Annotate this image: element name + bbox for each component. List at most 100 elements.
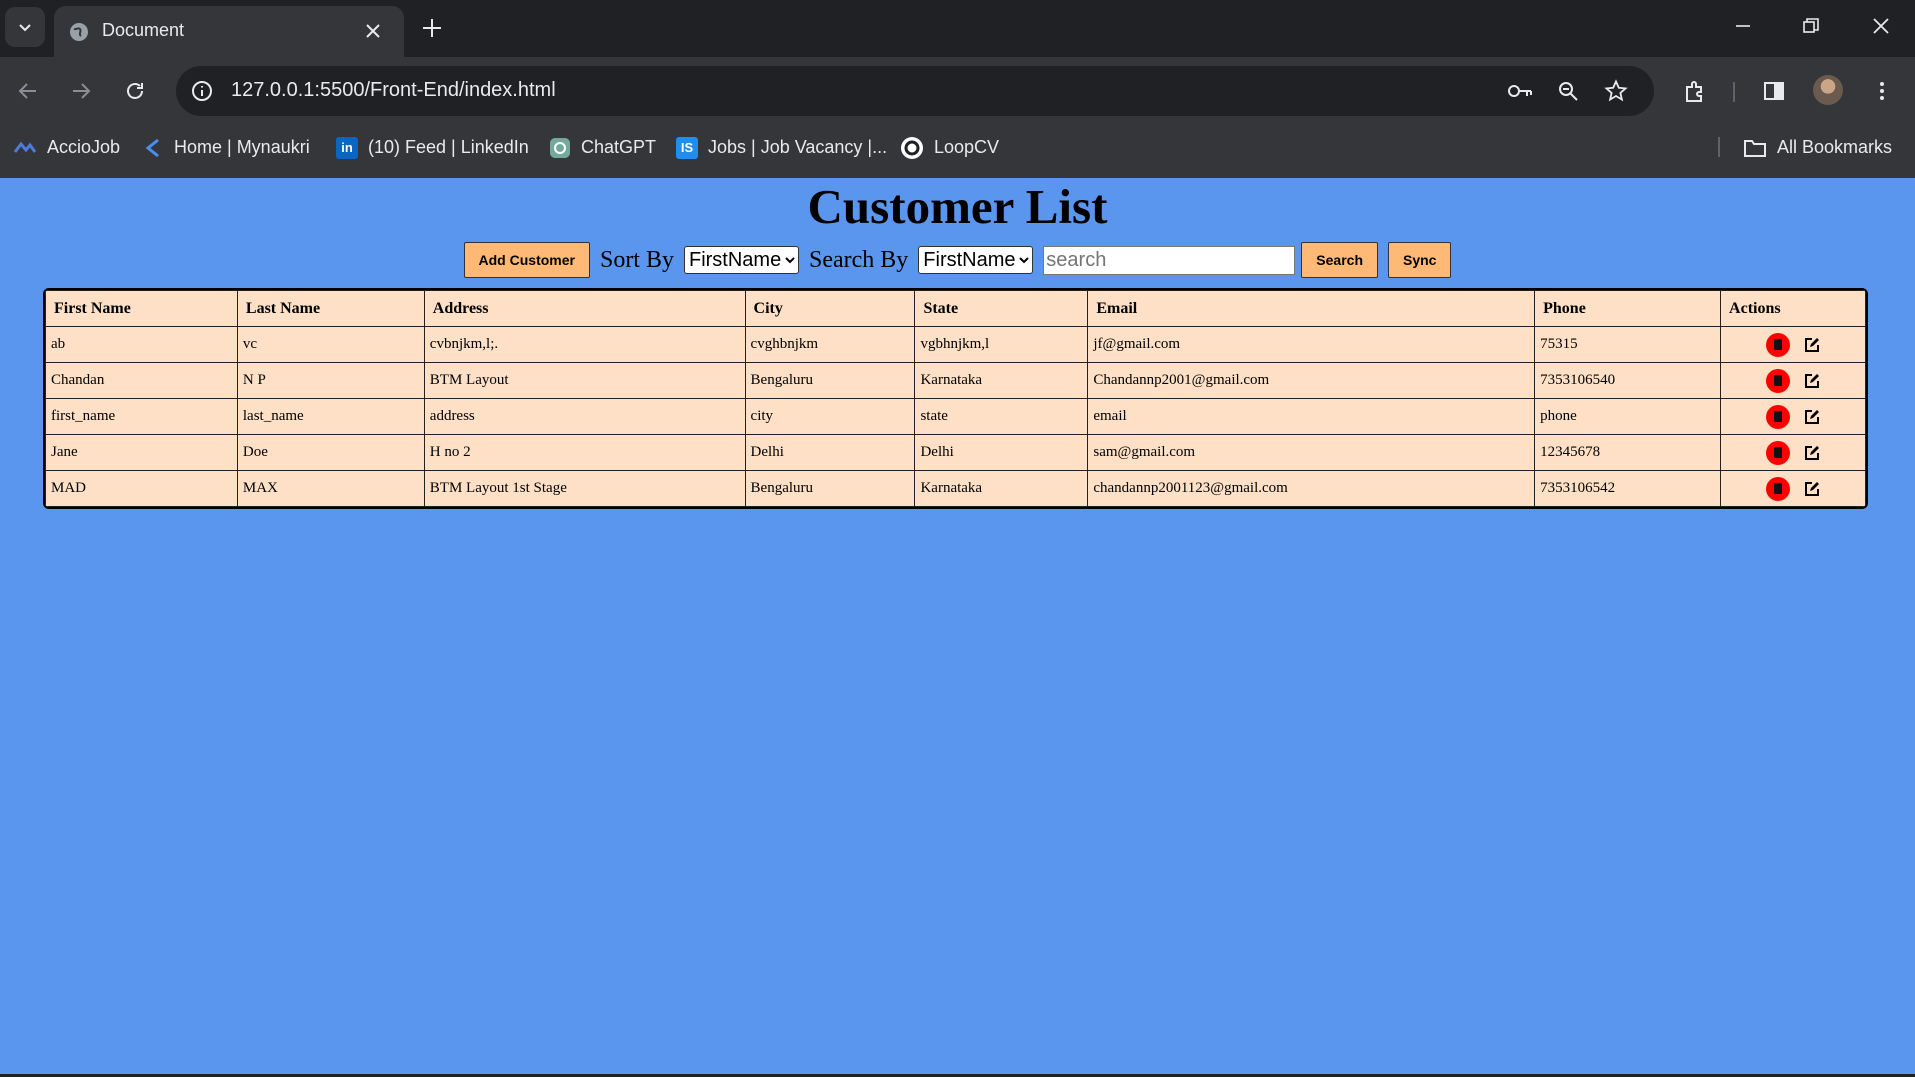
controls-bar: Add Customer Sort By FirstName Search By… — [0, 242, 1915, 278]
close-tab-icon[interactable] — [364, 22, 382, 40]
cell-state: vgbhnjkm,l — [914, 326, 1089, 363]
new-tab-icon[interactable] — [420, 16, 444, 40]
bookmark-label: Jobs | Job Vacancy |... — [708, 137, 888, 157]
customer-table: First Name Last Name Address City State … — [45, 290, 1866, 507]
profile-avatar[interactable] — [1813, 75, 1843, 105]
mynaukri-icon — [145, 138, 159, 157]
restore-icon[interactable] — [1801, 16, 1821, 36]
cell-phone: 7353106542 — [1534, 470, 1722, 507]
sort-by-select[interactable]: FirstName — [683, 246, 799, 274]
table-header-row: First Name Last Name Address City State … — [45, 290, 1866, 327]
extensions-icon[interactable] — [1682, 79, 1708, 105]
folder-icon — [1744, 139, 1766, 157]
cell-phone: 75315 — [1534, 326, 1722, 363]
chevron-down-icon — [19, 24, 31, 32]
info-icon[interactable] — [190, 79, 214, 103]
bookmark-jobs[interactable]: IS Jobs | Job Vacancy |... — [676, 125, 887, 170]
cell-first-name: first_name — [45, 398, 238, 435]
add-customer-button[interactable]: Add Customer — [463, 242, 590, 278]
cell-phone: 7353106540 — [1534, 362, 1722, 399]
cell-state: Karnataka — [914, 470, 1089, 507]
toolbar-divider — [1733, 82, 1735, 102]
header-email: Email — [1087, 290, 1536, 327]
cell-first-name: MAD — [45, 470, 238, 507]
cell-actions — [1720, 434, 1866, 471]
bookmark-mynaukri[interactable]: Home | Mynaukri — [142, 125, 310, 170]
edit-icon[interactable] — [1804, 373, 1820, 389]
header-first-name: First Name — [45, 290, 238, 327]
delete-icon[interactable] — [1766, 404, 1791, 429]
cell-city: Delhi — [744, 434, 916, 471]
minimize-icon[interactable] — [1733, 16, 1753, 36]
zoom-icon[interactable] — [1556, 79, 1580, 103]
cell-last-name: MAX — [236, 470, 425, 507]
bookmark-linkedin[interactable]: in (10) Feed | LinkedIn — [336, 125, 529, 170]
tab-search-button[interactable] — [5, 7, 45, 47]
cell-email: Chandannp2001@gmail.com — [1087, 362, 1536, 399]
sync-button[interactable]: Sync — [1388, 242, 1452, 278]
linkedin-icon: in — [336, 136, 358, 159]
delete-icon[interactable] — [1766, 440, 1791, 465]
jobs-icon: IS — [676, 136, 698, 159]
edit-icon[interactable] — [1804, 337, 1820, 353]
cell-phone: phone — [1534, 398, 1722, 435]
globe-icon — [70, 23, 88, 41]
bookmark-loopcv[interactable]: LoopCV — [900, 125, 999, 170]
acciojob-icon — [13, 141, 37, 153]
tab-title: Document — [102, 20, 185, 40]
reload-icon[interactable] — [123, 79, 147, 103]
edit-icon[interactable] — [1804, 481, 1820, 497]
edit-icon[interactable] — [1804, 445, 1820, 461]
header-state: State — [914, 290, 1089, 327]
cell-address: cvbnjkm,l;. — [423, 326, 746, 363]
all-bookmarks-label: All Bookmarks — [1777, 137, 1893, 157]
delete-icon[interactable] — [1766, 332, 1791, 357]
url-text[interactable]: 127.0.0.1:5500/Front-End/index.html — [231, 79, 556, 102]
cell-state: Karnataka — [914, 362, 1089, 399]
address-bar[interactable]: 127.0.0.1:5500/Front-End/index.html — [176, 66, 1654, 116]
bookmark-acciojob[interactable]: AccioJob — [13, 125, 120, 170]
cell-actions — [1720, 398, 1866, 435]
cell-city: Bengaluru — [744, 470, 916, 507]
page-title: Customer List — [807, 179, 1108, 234]
header-phone: Phone — [1534, 290, 1722, 327]
star-icon[interactable] — [1604, 79, 1628, 103]
header-actions: Actions — [1720, 290, 1866, 327]
delete-icon[interactable] — [1766, 368, 1791, 393]
header-last-name: Last Name — [236, 290, 425, 327]
side-panel-icon[interactable] — [1762, 79, 1786, 103]
search-by-select[interactable]: FirstName — [918, 246, 1034, 274]
forward-icon[interactable] — [69, 79, 93, 103]
delete-icon[interactable] — [1766, 476, 1791, 501]
table-row: first_name last_name address city state … — [45, 398, 1866, 435]
active-tab[interactable]: Document — [54, 6, 404, 57]
cell-address: BTM Layout — [423, 362, 746, 399]
table-row: Chandan N P BTM Layout Bengaluru Karnata… — [45, 362, 1866, 399]
key-icon[interactable] — [1506, 79, 1534, 103]
cell-city: Bengaluru — [744, 362, 916, 399]
search-button[interactable]: Search — [1301, 242, 1378, 278]
search-input[interactable] — [1043, 245, 1296, 275]
header-city: City — [744, 290, 916, 327]
bookmark-label: AccioJob — [47, 137, 121, 157]
cell-address: address — [423, 398, 746, 435]
cell-phone: 12345678 — [1534, 434, 1722, 471]
close-window-icon[interactable] — [1871, 16, 1891, 36]
back-icon[interactable] — [16, 79, 40, 103]
bookmarks-divider — [1718, 137, 1720, 157]
cell-last-name: vc — [236, 326, 425, 363]
cell-email: jf@gmail.com — [1087, 326, 1536, 363]
all-bookmarks-button[interactable]: All Bookmarks — [1743, 125, 1892, 170]
table-row: ab vc cvbnjkm,l;. cvghbnjkm vgbhnjkm,l j… — [45, 326, 1866, 363]
cell-address: BTM Layout 1st Stage — [423, 470, 746, 507]
cell-actions — [1720, 470, 1866, 507]
browser-toolbar: 127.0.0.1:5500/Front-End/index.html — [0, 57, 1915, 125]
cell-city: cvghbnjkm — [744, 326, 916, 363]
bookmark-label: ChatGPT — [581, 137, 657, 157]
bookmark-chatgpt[interactable]: ChatGPT — [549, 125, 656, 170]
cell-email: email — [1087, 398, 1536, 435]
more-menu-icon[interactable] — [1872, 79, 1892, 103]
cell-state: Delhi — [914, 434, 1089, 471]
edit-icon[interactable] — [1804, 409, 1820, 425]
search-by-label: Search By — [808, 246, 909, 273]
